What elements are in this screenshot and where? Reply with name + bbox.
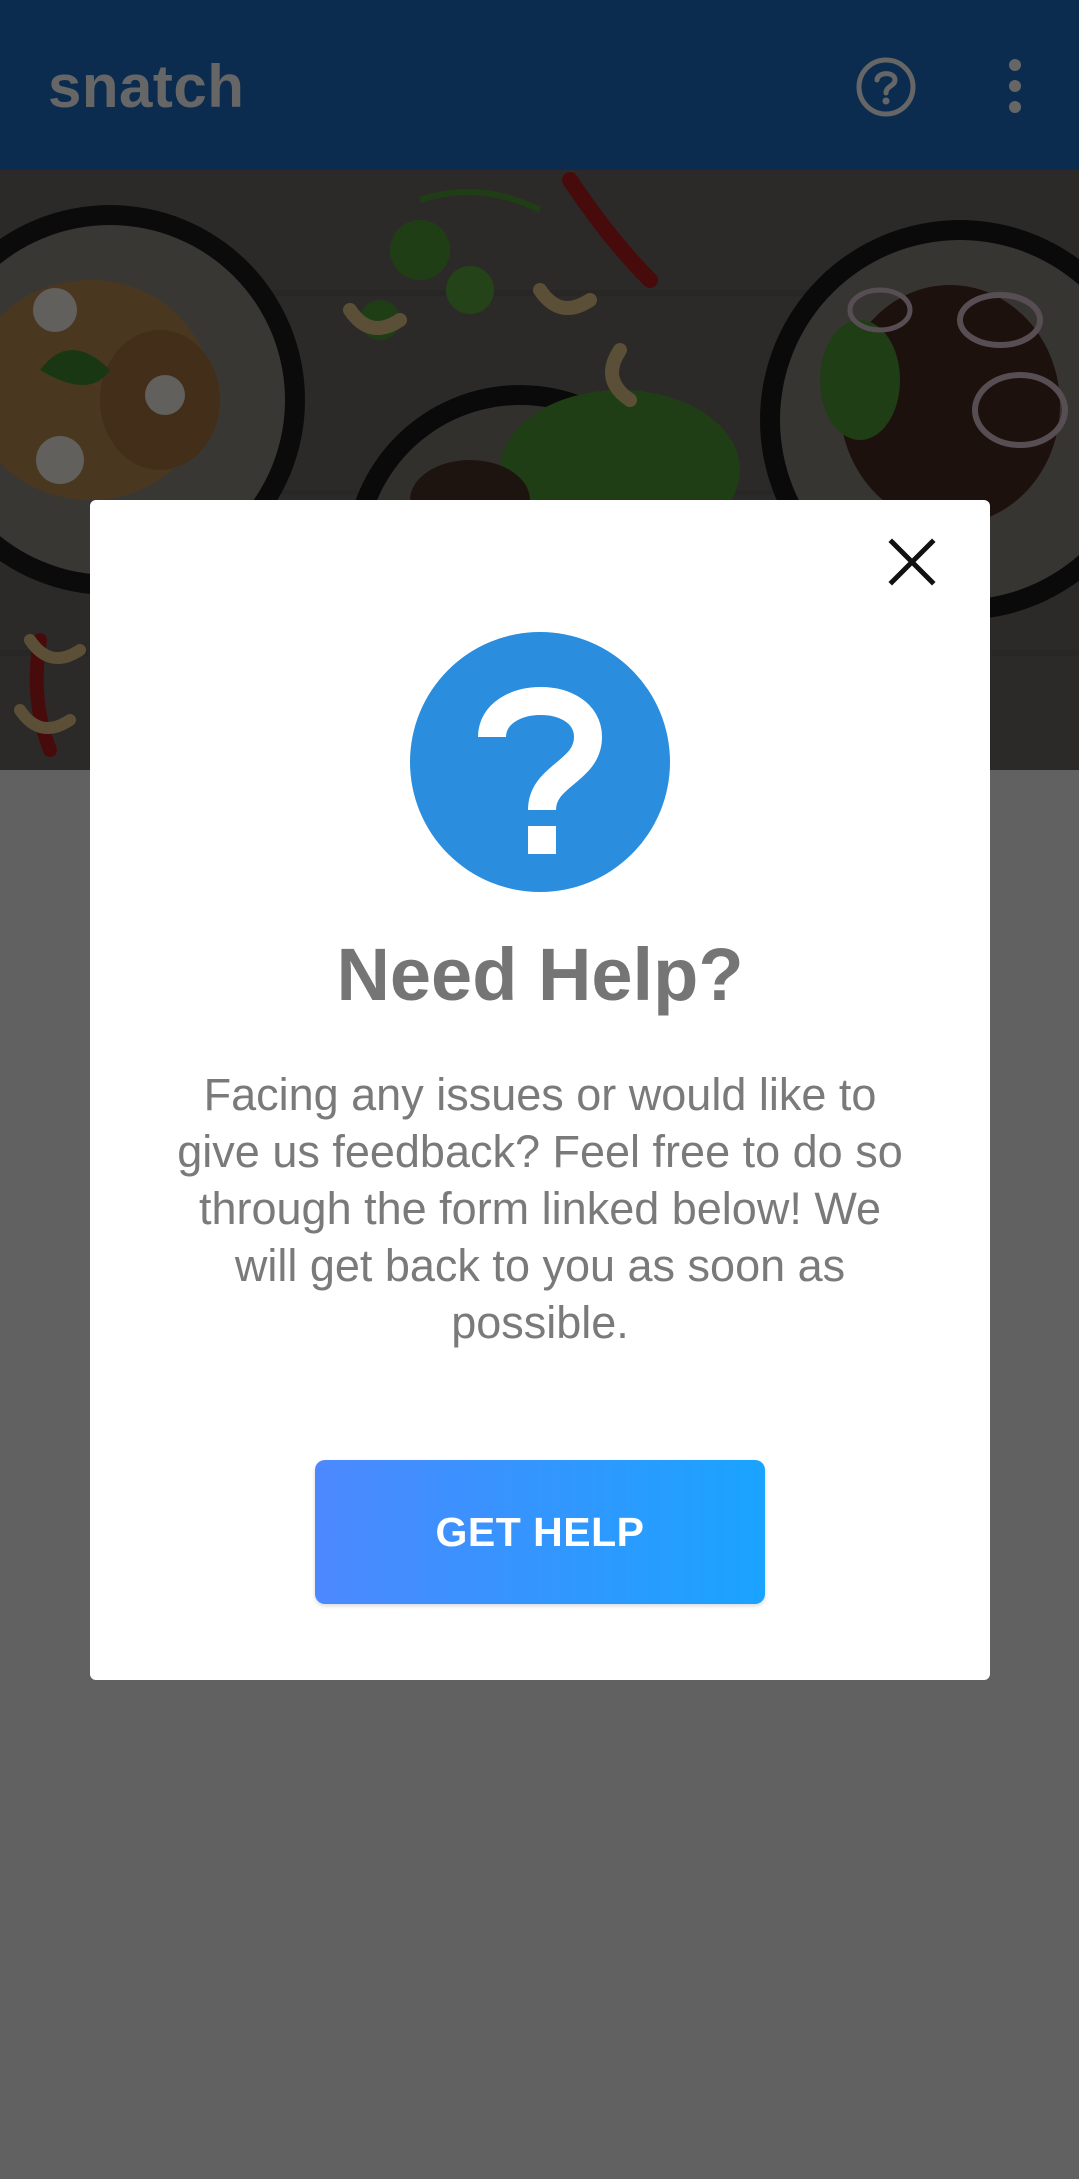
question-circle-icon bbox=[410, 632, 670, 892]
dialog-title: Need Help? bbox=[336, 933, 744, 1016]
get-help-button[interactable]: GET HELP bbox=[315, 1460, 765, 1604]
help-dialog: Need Help? Facing any issues or would li… bbox=[90, 500, 990, 1680]
dialog-message: Facing any issues or would like to give … bbox=[177, 1069, 903, 1348]
close-icon[interactable] bbox=[880, 530, 944, 594]
